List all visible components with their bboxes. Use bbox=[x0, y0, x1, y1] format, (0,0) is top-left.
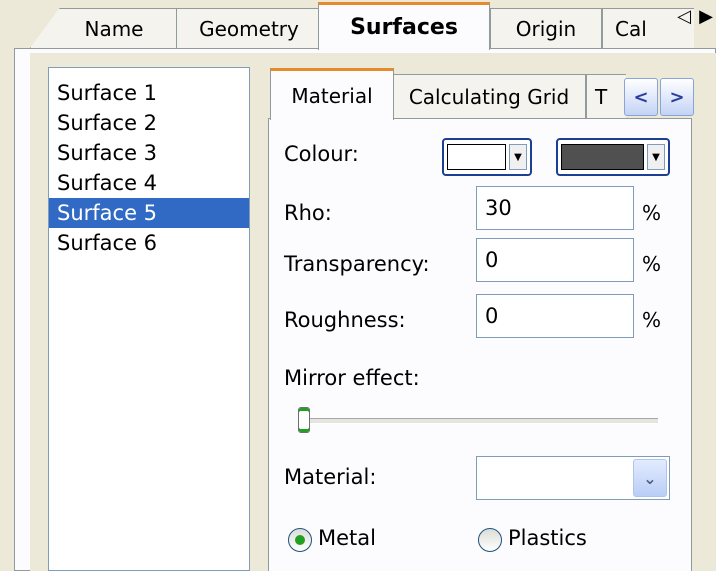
transparency-input[interactable] bbox=[476, 238, 634, 282]
tab-truncated-label: T bbox=[595, 84, 608, 109]
tab-name-label: Name bbox=[84, 16, 144, 41]
roughness-unit: % bbox=[642, 308, 662, 332]
tab-surfaces-label: Surfaces bbox=[350, 15, 458, 40]
chevron-down-icon: ▼ bbox=[647, 144, 665, 170]
mirror-effect-label: Mirror effect: bbox=[284, 366, 420, 390]
tab-calculating-grid[interactable]: Calculating Grid bbox=[392, 74, 586, 118]
tab-surfaces[interactable]: Surfaces bbox=[318, 2, 490, 50]
rho-label: Rho: bbox=[284, 201, 332, 225]
roughness-input[interactable] bbox=[476, 294, 634, 338]
colour-primary-picker[interactable]: ▼ bbox=[442, 138, 532, 176]
inner-tab-scroller: < > bbox=[622, 78, 694, 116]
mirror-effect-slider-thumb[interactable] bbox=[298, 407, 310, 433]
list-item[interactable]: Surface 3 bbox=[49, 138, 249, 168]
radio-metal-label: Metal bbox=[318, 526, 376, 550]
roughness-label: Roughness: bbox=[284, 308, 406, 332]
colour-secondary-picker[interactable]: ▼ bbox=[556, 138, 670, 176]
list-item-selected[interactable]: Surface 5 bbox=[49, 198, 249, 228]
radio-metal[interactable] bbox=[288, 528, 312, 552]
material-select[interactable]: ⌄ bbox=[476, 456, 670, 500]
rho-unit: % bbox=[642, 201, 662, 225]
mirror-effect-slider[interactable] bbox=[298, 407, 658, 433]
tab-material[interactable]: Material bbox=[270, 68, 394, 120]
list-item[interactable]: Surface 4 bbox=[49, 168, 249, 198]
tab-geometry[interactable]: Geometry bbox=[176, 8, 322, 48]
material-label: Material: bbox=[284, 465, 377, 489]
tab-truncated[interactable]: T bbox=[586, 74, 626, 118]
scroll-right-icon[interactable]: > bbox=[660, 78, 694, 116]
chevron-down-icon: ▼ bbox=[509, 144, 527, 170]
tab-calculating-grid-label: Calculating Grid bbox=[408, 84, 570, 109]
tab-name[interactable]: Name bbox=[30, 8, 178, 48]
list-item[interactable]: Surface 1 bbox=[49, 78, 249, 108]
top-tab-strip: Name Geometry Surfaces Origin Cal ◁ ▶ bbox=[0, 0, 716, 50]
tab-geometry-label: Geometry bbox=[199, 16, 299, 41]
colour-primary-swatch bbox=[447, 144, 506, 170]
tab-cal-label: Cal bbox=[615, 16, 647, 41]
radio-plastics-label: Plastics bbox=[508, 526, 587, 550]
transparency-label: Transparency: bbox=[284, 252, 430, 276]
colour-secondary-swatch bbox=[561, 144, 644, 170]
tab-origin-label: Origin bbox=[515, 16, 577, 41]
list-item[interactable]: Surface 6 bbox=[49, 228, 249, 258]
tab-scroll-right-icon[interactable]: ▶ bbox=[698, 6, 714, 27]
scroll-left-icon[interactable]: < bbox=[624, 78, 658, 116]
surface-list[interactable]: Surface 1 Surface 2 Surface 3 Surface 4 … bbox=[48, 67, 250, 571]
chevron-down-icon[interactable]: ⌄ bbox=[633, 459, 667, 497]
tab-origin[interactable]: Origin bbox=[490, 8, 602, 48]
tab-scroll-left-icon[interactable]: ◁ bbox=[676, 6, 692, 27]
rho-input[interactable] bbox=[476, 186, 634, 230]
surfaces-dialog: Name Geometry Surfaces Origin Cal ◁ ▶ Su… bbox=[0, 0, 716, 571]
tab-material-label: Material bbox=[291, 83, 373, 108]
colour-label: Colour: bbox=[284, 142, 359, 166]
radio-plastics[interactable] bbox=[478, 528, 502, 552]
list-item[interactable]: Surface 2 bbox=[49, 108, 249, 138]
transparency-unit: % bbox=[642, 252, 662, 276]
